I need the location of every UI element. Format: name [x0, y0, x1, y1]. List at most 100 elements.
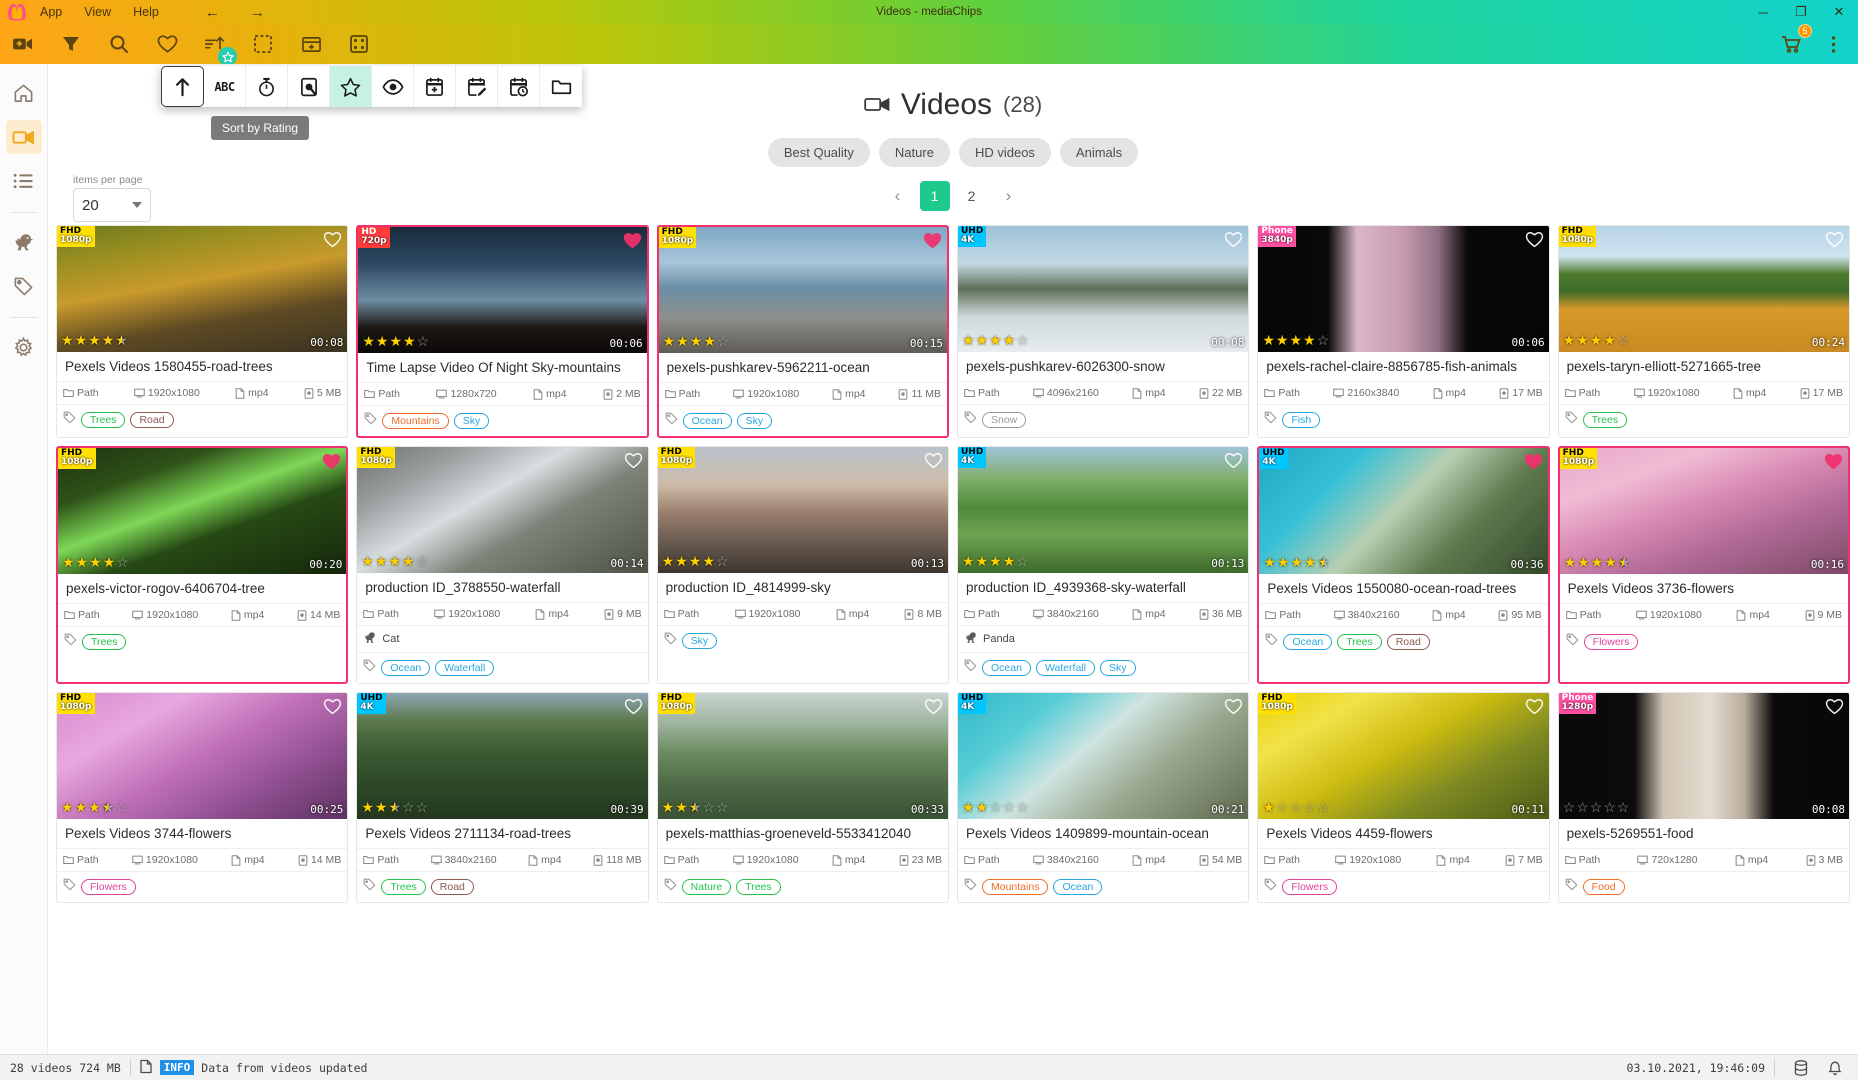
sort-by-folder-button[interactable] — [540, 66, 582, 107]
sidebar-item-tags[interactable] — [6, 269, 42, 303]
sidebar-item-dino[interactable] — [6, 225, 42, 259]
tag-chip[interactable]: Waterfall — [435, 660, 495, 676]
bell-icon[interactable] — [1818, 1060, 1852, 1076]
tag-chip[interactable]: Trees — [736, 879, 781, 895]
card-path[interactable]: Path — [1564, 387, 1630, 399]
sort-by-date-edited-button[interactable] — [456, 66, 498, 107]
card-person[interactable]: Panda — [958, 626, 1249, 653]
favorite-heart-icon[interactable] — [924, 698, 943, 720]
tag-chip[interactable]: Nature — [681, 879, 732, 895]
sort-icon[interactable] — [200, 29, 237, 66]
card-rating[interactable]: ★ ★ ★ ★ ☆ — [962, 553, 1029, 570]
favorite-heart-icon[interactable] — [623, 232, 642, 254]
tag-chip[interactable]: Flowers — [1282, 879, 1338, 895]
add-panel-icon[interactable] — [296, 29, 326, 59]
video-card[interactable]: HD 720p ★ ★ ★ ★ ☆ 00:06 Time Lapse Video Of N… — [356, 225, 649, 438]
menu-item-help[interactable]: Help — [133, 5, 159, 19]
favorites-icon[interactable] — [152, 29, 182, 59]
video-card[interactable]: UHD 4K ★ ★ ★ ★ ☆ 00:08 pexels-pushkarev-60263… — [957, 225, 1250, 438]
tag-chip[interactable]: Mountains — [982, 879, 1049, 895]
chip-hd-videos[interactable]: HD videos — [958, 138, 1051, 167]
sort-by-date-viewed-button[interactable] — [498, 66, 540, 107]
tag-chip[interactable]: Trees — [381, 879, 426, 895]
video-card[interactable]: FHD 1080p ★ ★ ★ ★ ☆ 00:15 pexels-pushkarev-59… — [656, 225, 949, 438]
more-menu-icon[interactable] — [1818, 29, 1848, 59]
favorite-heart-icon[interactable] — [1524, 453, 1543, 475]
card-rating[interactable]: ★★★★☆☆ — [361, 799, 428, 816]
chip-best-quality[interactable]: Best Quality — [767, 138, 870, 167]
card-path[interactable]: Path — [664, 388, 730, 400]
card-rating[interactable]: ★ ★ ★ ★ ☆ — [1563, 332, 1630, 349]
card-rating[interactable]: ★ ☆ ☆ ☆ ☆ — [1262, 799, 1329, 816]
tag-chip[interactable]: Flowers — [81, 879, 136, 895]
video-card[interactable]: FHD1080p ★★★★☆☆ 00:33 pexels-matthias-gr… — [656, 692, 949, 903]
sidebar-item-settings[interactable] — [6, 330, 42, 364]
pagination[interactable]: ‹ 1 2 › — [48, 181, 1858, 211]
tag-chip[interactable]: Trees — [81, 412, 126, 428]
card-path[interactable]: Path — [964, 854, 1029, 866]
card-thumbnail[interactable]: UHD 4K ★ ★ ★ ★ ☆ 00:13 — [958, 447, 1249, 573]
card-path[interactable]: Path — [1264, 387, 1329, 399]
tag-chip[interactable]: Road — [1386, 634, 1430, 650]
card-thumbnail[interactable]: FHD1080p ★★★★★☆ 00:25 — [57, 693, 348, 819]
sort-by-size-button[interactable] — [288, 66, 330, 107]
tag-chip[interactable]: Sky — [681, 633, 718, 649]
history-nav[interactable]: ← → — [205, 5, 265, 20]
card-path[interactable]: Path — [64, 609, 128, 621]
card-rating[interactable]: ★ ★ ★ ★ ☆ — [362, 333, 429, 350]
video-card[interactable]: UHD4K ★★★★☆☆ 00:39 Pexels Videos 2711134… — [356, 692, 649, 903]
card-thumbnail[interactable]: FHD 1080p ★ ★ ★ ★ ☆ 00:13 — [657, 447, 948, 573]
card-path[interactable]: Path — [364, 388, 432, 400]
card-rating[interactable]: ★★★★★☆ — [61, 799, 128, 816]
card-rating[interactable]: ★ ★ ★ ★ ☆ — [62, 554, 129, 571]
items-per-page[interactable]: items per page 20 — [73, 174, 151, 222]
card-path[interactable]: Path — [663, 854, 729, 866]
video-card[interactable]: FHD 1080p ★ ★ ★ ★ ☆ 00:14 production ID_37885… — [356, 446, 649, 684]
card-thumbnail[interactable]: FHD1080p ★★★★☆☆ 00:33 — [657, 693, 948, 819]
tag-chip[interactable]: Sky — [736, 413, 773, 429]
card-rating[interactable]: ★★★★★★ — [1263, 554, 1330, 571]
video-card[interactable]: UHD 4K ★ ★ ☆ ☆ ☆ 00:21 Pexels Videos 1409899-… — [957, 692, 1250, 903]
card-rating[interactable]: ★ ★ ★ ★ ☆ — [361, 553, 428, 570]
window-controls[interactable]: ─ ❐ ✕ — [1744, 0, 1858, 24]
card-rating[interactable]: ★ ★ ★ ★ ☆ — [962, 332, 1029, 349]
video-card[interactable]: FHD 1080p ★ ★ ★ ★ ☆ 00:20 pexels-victor-rogov… — [56, 446, 349, 684]
favorite-heart-icon[interactable] — [1224, 698, 1243, 720]
grid-icon[interactable] — [344, 29, 374, 59]
video-card[interactable]: Phone 3840p ★ ★ ★ ★ ☆ 00:06 pexels-rachel-cla… — [1257, 225, 1550, 438]
cart-icon[interactable]: 5 — [1778, 24, 1812, 57]
card-thumbnail[interactable]: UHD4K ★★★★★★ 00:36 — [1259, 448, 1548, 574]
card-path[interactable]: Path — [964, 387, 1029, 399]
card-thumbnail[interactable]: UHD 4K ★ ★ ☆ ☆ ☆ 00:21 — [958, 693, 1249, 819]
sidebar-item-playlists[interactable] — [6, 164, 42, 198]
page-button-2[interactable]: 2 — [956, 181, 987, 211]
video-card[interactable]: FHD1080p ★★★★★☆ 00:25 Pexels Videos 3744… — [56, 692, 349, 903]
card-thumbnail[interactable]: Phone 1280p ☆ ☆ ☆ ☆ ☆ 00:08 — [1558, 693, 1849, 819]
card-path[interactable]: Path — [363, 854, 426, 866]
tag-chip[interactable]: Ocean — [381, 660, 431, 676]
sidebar-item-videos[interactable] — [5, 120, 42, 154]
favorite-heart-icon[interactable] — [323, 231, 342, 253]
card-path[interactable]: Path — [63, 387, 130, 399]
favorite-heart-icon[interactable] — [1525, 231, 1544, 253]
card-path[interactable]: Path — [663, 608, 731, 620]
tag-chip[interactable]: Fish — [1282, 412, 1321, 428]
card-rating[interactable]: ☆ ☆ ☆ ☆ ☆ — [1563, 799, 1630, 816]
close-button[interactable]: ✕ — [1820, 0, 1858, 24]
card-path[interactable]: Path — [1564, 854, 1634, 866]
card-rating[interactable]: ★★★★★★ — [61, 332, 128, 349]
card-path[interactable]: Path — [964, 608, 1029, 620]
card-rating[interactable]: ★ ★ ★ ★ ☆ — [662, 553, 729, 570]
favorite-heart-icon[interactable] — [924, 452, 943, 474]
tag-chip[interactable]: Road — [130, 412, 174, 428]
card-path[interactable]: Path — [1264, 854, 1331, 866]
favorite-heart-icon[interactable] — [1224, 231, 1243, 253]
card-thumbnail[interactable]: FHD1080p ★★★★★★ 00:08 — [57, 226, 348, 352]
search-icon[interactable] — [104, 29, 134, 59]
add-video-icon[interactable] — [8, 29, 38, 59]
video-card[interactable]: FHD 1080p ★ ★ ★ ★ ☆ 00:13 production ID_48149… — [656, 446, 949, 684]
tag-chip[interactable]: Flowers — [1583, 634, 1639, 650]
filter-chips[interactable]: Best Quality Nature HD videos Animals — [48, 138, 1858, 167]
favorite-heart-icon[interactable] — [624, 452, 643, 474]
card-thumbnail[interactable]: HD 720p ★ ★ ★ ★ ☆ 00:06 — [358, 227, 647, 353]
